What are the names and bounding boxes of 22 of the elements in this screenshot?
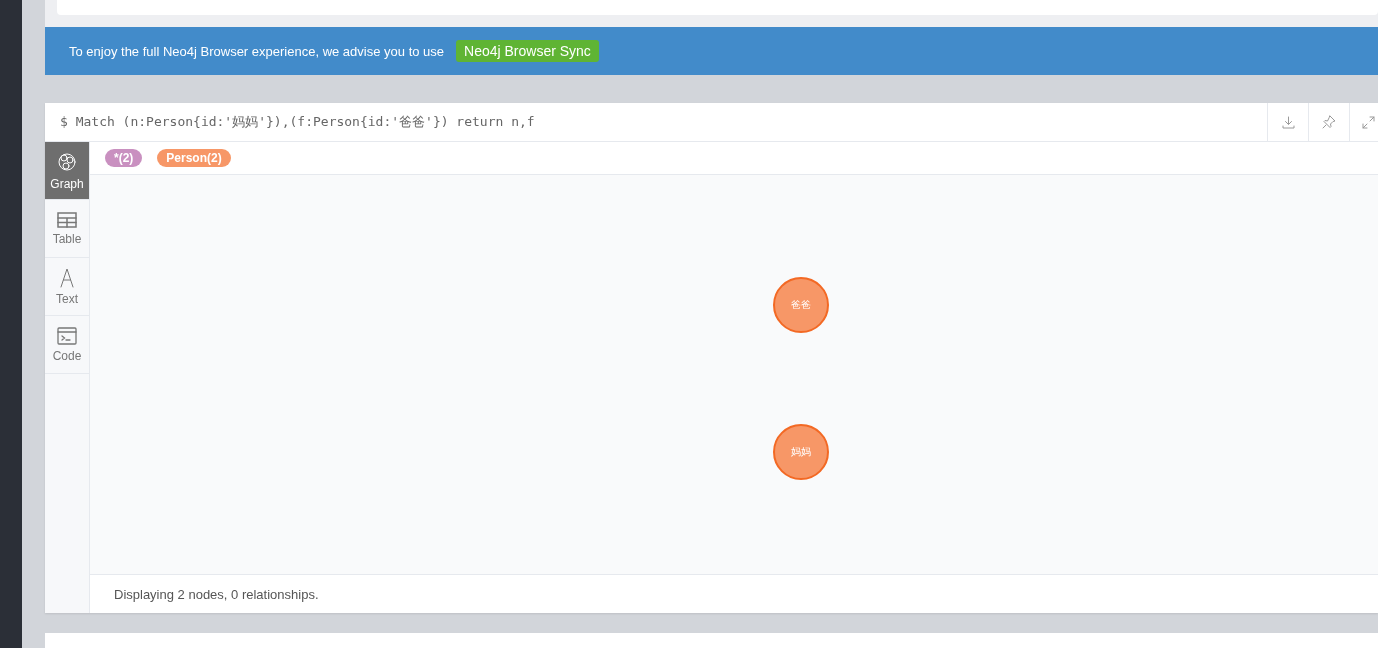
view-tab[interactable]: Code (45, 316, 89, 374)
table-icon (57, 211, 77, 228)
view-tab[interactable]: Table (45, 200, 89, 258)
download-button[interactable] (1267, 103, 1308, 141)
graph-icon (57, 150, 77, 173)
label-tag[interactable]: *(2) (105, 149, 143, 167)
banner-message: To enjoy the full Neo4j Browser experience, we advise you to use (69, 43, 445, 59)
query-text: $ Match (n:Person{id:'妈妈'}),(f:Person{id:'爸爸'}) return n,f (59, 113, 536, 131)
sync-button[interactable]: Neo4j Browser Sync (456, 40, 599, 62)
download-icon (1281, 115, 1295, 129)
pin-icon (1322, 115, 1336, 129)
pin-button[interactable] (1308, 103, 1349, 141)
status-text: Displaying 2 nodes, 0 relationships. (114, 586, 319, 602)
expand-icon (1362, 115, 1375, 129)
terminal-icon (57, 326, 77, 345)
letter-a-icon (59, 267, 75, 288)
graph-node[interactable]: 妈妈 (773, 424, 829, 480)
view-tab[interactable]: Text (45, 258, 89, 316)
expand-button[interactable] (1349, 103, 1378, 141)
view-tab[interactable]: Graph (45, 142, 89, 200)
graph-node[interactable]: 爸爸 (773, 277, 829, 333)
label-tag[interactable]: Person(2) (157, 149, 231, 167)
